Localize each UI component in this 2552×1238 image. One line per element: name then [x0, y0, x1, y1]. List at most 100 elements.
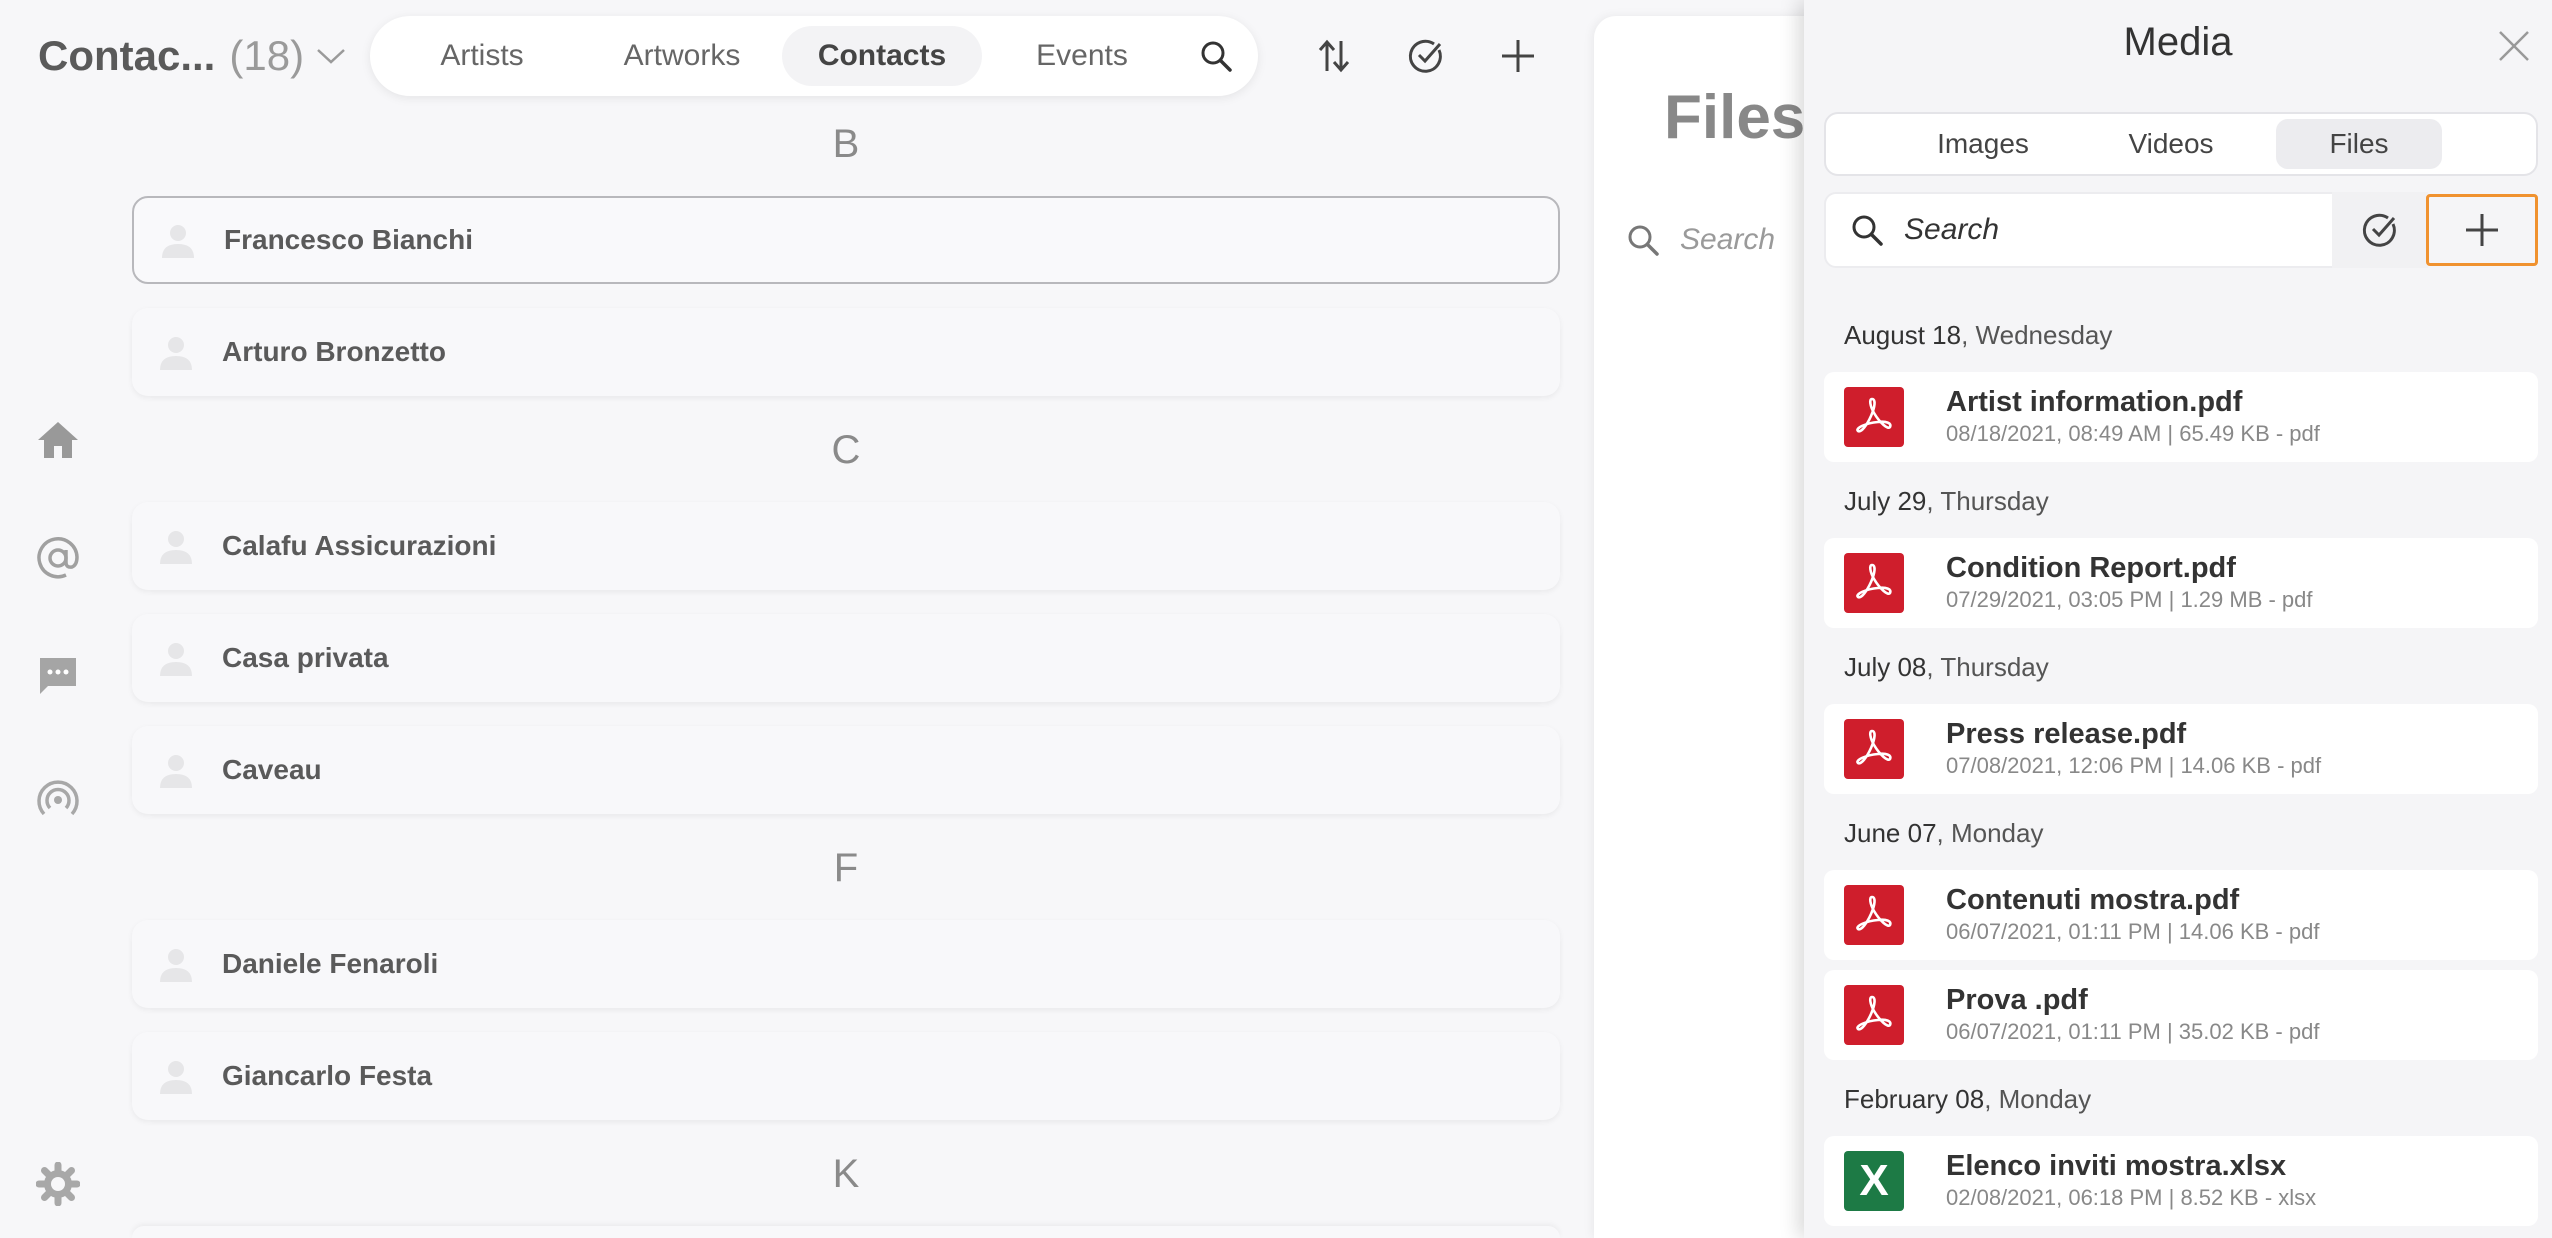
date-header: July 29, Thursday — [1844, 486, 2049, 517]
file-name: Artist information.pdf — [1946, 386, 2243, 418]
list-name: Contac... — [38, 32, 216, 79]
date-header: June 07, Monday — [1844, 818, 2043, 849]
add-icon — [2466, 214, 2498, 246]
file-meta: 06/07/2021, 01:11 PM | 14.06 KB - pdf — [1946, 919, 2320, 944]
chat-icon[interactable] — [28, 646, 88, 706]
files-panel-search-placeholder: Search — [1680, 223, 1776, 256]
contact-row-partial[interactable] — [132, 1226, 1560, 1238]
file-row[interactable]: Contenuti mostra.pdf 06/07/2021, 01:11 P… — [1824, 870, 2538, 960]
pdf-file-icon — [1844, 387, 1904, 447]
tab-events[interactable]: Events — [982, 26, 1182, 86]
at-sign-icon[interactable] — [28, 528, 88, 588]
sort-icon[interactable] — [1304, 26, 1364, 86]
date-header: August 18, Wednesday — [1844, 320, 2112, 351]
contact-row[interactable]: Arturo Bronzetto — [132, 308, 1560, 396]
file-meta: 07/29/2021, 03:05 PM | 1.29 MB - pdf — [1946, 587, 2313, 612]
contact-row[interactable]: Caveau — [132, 726, 1560, 814]
section-letter: B — [832, 122, 860, 166]
select-check-icon[interactable] — [2332, 192, 2428, 268]
broadcast-icon[interactable] — [28, 768, 88, 828]
weekday-label: , Monday — [1936, 818, 2044, 848]
section-letter: F — [833, 846, 859, 890]
contact-row[interactable]: Calafu Assicurazioni — [132, 502, 1560, 590]
home-icon[interactable] — [28, 410, 88, 470]
media-search-box — [1824, 192, 2334, 268]
person-icon — [152, 328, 200, 376]
files-panel: Files Search — [1594, 16, 1814, 1238]
contact-row[interactable]: Francesco Bianchi — [132, 196, 1560, 284]
contact-name: Casa privata — [222, 642, 389, 673]
contact-name: Calafu Assicurazioni — [222, 530, 497, 561]
person-icon — [152, 634, 200, 682]
weekday-label: , Wednesday — [1961, 320, 2113, 350]
chevron-down-icon[interactable] — [316, 47, 346, 65]
tab-artists[interactable]: Artists — [382, 26, 582, 86]
date-header: February 08, Monday — [1844, 1084, 2091, 1115]
search-icon — [1850, 213, 1884, 247]
contact-name: Caveau — [222, 754, 322, 785]
media-tabs: Images Videos Files — [1824, 112, 2538, 176]
search-icon — [1626, 223, 1660, 257]
file-row[interactable]: Prova .pdf 06/07/2021, 01:11 PM | 35.02 … — [1824, 970, 2538, 1060]
file-row[interactable]: Artist information.pdf 08/18/2021, 08:49… — [1824, 372, 2538, 462]
pdf-file-icon — [1844, 985, 1904, 1045]
tab-contacts[interactable]: Contacts — [782, 26, 982, 86]
file-name: Elenco inviti mostra.xlsx — [1946, 1150, 2287, 1182]
person-icon — [152, 522, 200, 570]
media-title: Media — [2123, 20, 2233, 64]
check-circle-icon[interactable] — [1396, 26, 1456, 86]
file-row[interactable]: Press release.pdf 07/08/2021, 12:06 PM |… — [1824, 704, 2538, 794]
section-tabs: Artists Artworks Contacts Events — [370, 16, 1258, 96]
pdf-file-icon — [1844, 885, 1904, 945]
date-header: July 08, Thursday — [1844, 652, 2049, 683]
contact-name: Arturo Bronzetto — [222, 336, 446, 367]
date-label: February 08 — [1844, 1084, 1985, 1114]
contact-name: Daniele Fenaroli — [222, 948, 439, 979]
date-label: August 18 — [1844, 320, 1962, 350]
person-icon — [154, 216, 202, 264]
pdf-file-icon — [1844, 553, 1904, 613]
settings-icon[interactable] — [28, 1154, 88, 1214]
weekday-label: , Thursday — [1926, 486, 2049, 516]
files-panel-search[interactable]: Search — [1626, 192, 1826, 288]
person-icon — [152, 746, 200, 794]
section-letter: C — [831, 428, 861, 472]
file-name: Press release.pdf — [1946, 718, 2187, 750]
search-icon[interactable] — [1186, 26, 1246, 86]
file-row[interactable]: X Elenco inviti mostra.xlsx 02/08/2021, … — [1824, 1136, 2538, 1226]
close-icon[interactable] — [2484, 16, 2544, 76]
contact-row[interactable]: Daniele Fenaroli — [132, 920, 1560, 1008]
tab-videos[interactable]: Videos — [2088, 119, 2254, 169]
contact-name: Giancarlo Festa — [222, 1060, 433, 1091]
person-icon — [152, 940, 200, 988]
person-icon — [152, 1052, 200, 1100]
media-search-input[interactable] — [1902, 212, 2286, 248]
file-name: Contenuti mostra.pdf — [1946, 884, 2240, 916]
contact-name: Francesco Bianchi — [224, 224, 473, 255]
file-meta: 07/08/2021, 12:06 PM | 14.06 KB - pdf — [1946, 753, 2322, 778]
tab-files[interactable]: Files — [2276, 119, 2442, 169]
file-meta: 02/08/2021, 06:18 PM | 8.52 KB - xlsx — [1946, 1185, 2317, 1210]
file-meta: 08/18/2021, 08:49 AM | 65.49 KB - pdf — [1946, 421, 2320, 446]
file-row[interactable]: Condition Report.pdf 07/29/2021, 03:05 P… — [1824, 538, 2538, 628]
weekday-label: , Monday — [1984, 1084, 2092, 1114]
add-icon[interactable] — [1488, 26, 1548, 86]
files-panel-title: Files — [1664, 83, 1806, 152]
contact-row[interactable]: Casa privata — [132, 614, 1560, 702]
section-letter: K — [832, 1152, 860, 1196]
date-label: June 07 — [1844, 818, 1937, 848]
tab-images[interactable]: Images — [1900, 119, 2066, 169]
date-label: July 08 — [1844, 652, 1927, 682]
file-meta: 06/07/2021, 01:11 PM | 35.02 KB - pdf — [1946, 1019, 2320, 1044]
excel-file-icon: X — [1844, 1151, 1904, 1211]
file-name: Prova .pdf — [1946, 984, 2088, 1016]
weekday-label: , Thursday — [1926, 652, 2049, 682]
list-selector[interactable]: Contac... (18) — [38, 26, 346, 86]
tab-artworks[interactable]: Artworks — [582, 26, 782, 86]
contact-row[interactable]: Giancarlo Festa — [132, 1032, 1560, 1120]
date-label: July 29 — [1844, 486, 1927, 516]
media-panel: Media Images Videos Files August 18, Wed… — [1804, 0, 2552, 1238]
file-name: Condition Report.pdf — [1946, 552, 2236, 584]
add-file-button[interactable] — [2426, 194, 2538, 266]
pdf-file-icon — [1844, 719, 1904, 779]
